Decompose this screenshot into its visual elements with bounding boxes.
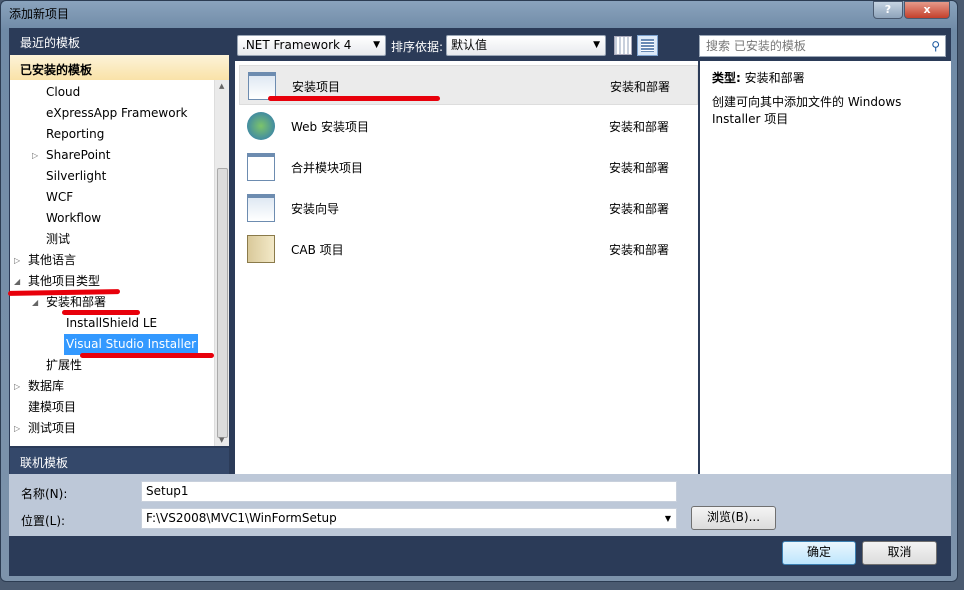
browse-button[interactable]: 浏览(B)... — [691, 506, 776, 530]
tree-item[interactable]: Cloud — [46, 82, 80, 103]
tree-item[interactable]: 测试 — [46, 229, 70, 250]
expand-arrow-icon[interactable]: ▷ — [14, 256, 20, 265]
name-input[interactable]: Setup1 — [141, 481, 677, 502]
template-name: CAB 项目 — [291, 243, 344, 257]
template-name: 安装项目 — [292, 80, 341, 94]
scroll-up-icon[interactable]: ▲ — [219, 82, 224, 90]
tree-item[interactable]: 建模项目 — [28, 397, 76, 418]
setup-wizard-icon — [247, 194, 275, 222]
template-name: Web 安装项目 — [291, 120, 369, 134]
type-value: 安装和部署 — [744, 71, 805, 85]
name-label: 名称(N): — [21, 487, 68, 501]
template-name: 安装向导 — [291, 202, 340, 216]
tree-item[interactable]: WCF — [46, 187, 73, 208]
search-placeholder: 搜索 已安装的模板 — [706, 39, 806, 53]
ok-button[interactable]: 确定 — [782, 541, 856, 565]
location-value: F:\VS2008\MVC1\WinFormSetup — [146, 511, 337, 525]
tree-item[interactable]: SharePoint — [46, 145, 110, 166]
template-item[interactable]: Web 安装项目 安装和部署 — [239, 106, 698, 146]
template-item[interactable]: CAB 项目 安装和部署 — [239, 229, 698, 269]
tree-scrollbar[interactable]: ▲ ▼ — [214, 80, 229, 446]
cab-project-icon — [247, 235, 275, 263]
search-input[interactable]: 搜索 已安装的模板 ⚲ — [699, 35, 946, 57]
close-button[interactable]: x — [904, 1, 950, 19]
dialog-body: 最近的模板 已安装的模板 ▲ ▼ Cloud eXpressApp Framewo… — [9, 28, 951, 576]
framework-value: .NET Framework 4 — [242, 38, 352, 52]
location-combobox[interactable]: F:\VS2008\MVC1\WinFormSetup ▼ — [141, 508, 677, 529]
sort-label: 排序依据: — [391, 40, 444, 54]
recent-templates[interactable]: 最近的模板 — [10, 28, 229, 53]
template-list: 安装项目 安装和部署 Web 安装项目 安装和部署 合并模块项目 安装和部署 安装向导 安装和… — [235, 61, 698, 474]
expand-arrow-icon[interactable]: ▷ — [14, 382, 20, 391]
annotation-underline — [80, 353, 214, 358]
description-text: 创建可向其中添加文件的 Windows Installer 项目 — [712, 95, 902, 126]
annotation-underline — [62, 310, 140, 315]
tree-item[interactable]: InstallShield LE — [66, 313, 157, 334]
tree-item[interactable]: 扩展性 — [46, 355, 82, 376]
chevron-down-icon: ▼ — [373, 40, 380, 50]
type-label: 类型: — [712, 71, 741, 85]
template-name: 合并模块项目 — [291, 161, 364, 175]
expand-arrow-icon[interactable]: ◢ — [32, 298, 38, 307]
web-setup-icon — [247, 112, 275, 140]
tree-item[interactable]: 其他语言 — [28, 250, 76, 271]
tree-item[interactable]: eXpressApp Framework — [46, 103, 187, 124]
dialog-title: 添加新项目 — [9, 7, 70, 21]
template-tree: ▲ ▼ Cloud eXpressApp Framework Reporting ▷ S… — [10, 80, 229, 446]
online-templates[interactable]: 联机模板 — [10, 448, 229, 474]
installed-templates[interactable]: 已安装的模板 — [10, 55, 229, 80]
help-button[interactable]: ? — [873, 1, 903, 19]
template-category: 安装和部署 — [609, 243, 670, 257]
chevron-down-icon: ▼ — [664, 514, 671, 523]
search-icon[interactable]: ⚲ — [931, 36, 940, 56]
expand-arrow-icon[interactable]: ▷ — [14, 424, 20, 433]
tree-item[interactable]: 数据库 — [28, 376, 64, 397]
location-label: 位置(L): — [21, 514, 66, 528]
tree-item[interactable]: Reporting — [46, 124, 104, 145]
description-panel: 类型: 安装和部署 创建可向其中添加文件的 Windows Installer … — [700, 61, 951, 474]
template-category: 安装和部署 — [609, 161, 670, 175]
cancel-button[interactable]: 取消 — [862, 541, 937, 565]
project-form: 名称(N): Setup1 位置(L): F:\VS2008\MVC1\WinF… — [9, 474, 951, 536]
template-item[interactable]: 合并模块项目 安装和部署 — [239, 147, 698, 187]
template-item[interactable]: 安装向导 安装和部署 — [239, 188, 698, 228]
scroll-down-icon[interactable]: ▼ — [219, 436, 224, 444]
framework-select[interactable]: .NET Framework 4 ▼ — [237, 35, 386, 56]
tree-item[interactable]: Visual Studio Installer — [64, 334, 199, 355]
template-category: 安装和部署 — [609, 202, 670, 216]
tree-item[interactable]: 测试项目 — [28, 418, 76, 439]
template-category: 安装和部署 — [609, 120, 670, 134]
list-view-icon[interactable] — [641, 39, 654, 52]
tree-item[interactable]: Workflow — [46, 208, 101, 229]
expand-arrow-icon[interactable]: ◢ — [14, 277, 20, 286]
sort-value: 默认值 — [451, 38, 488, 52]
sort-select[interactable]: 默认值 ▼ — [446, 35, 606, 56]
template-category: 安装和部署 — [610, 80, 671, 94]
expand-arrow-icon[interactable]: ▷ — [32, 151, 38, 160]
tree-item[interactable]: Silverlight — [46, 166, 106, 187]
scroll-thumb[interactable] — [217, 168, 228, 438]
annotation-underline — [268, 96, 440, 101]
merge-module-icon — [247, 153, 275, 181]
chevron-down-icon: ▼ — [593, 40, 600, 50]
small-icons-view-icon[interactable] — [614, 36, 632, 55]
add-new-item-dialog: 添加新项目 ? x 最近的模板 已安装的模板 ▲ ▼ Cloud eXpressA… — [0, 0, 958, 582]
